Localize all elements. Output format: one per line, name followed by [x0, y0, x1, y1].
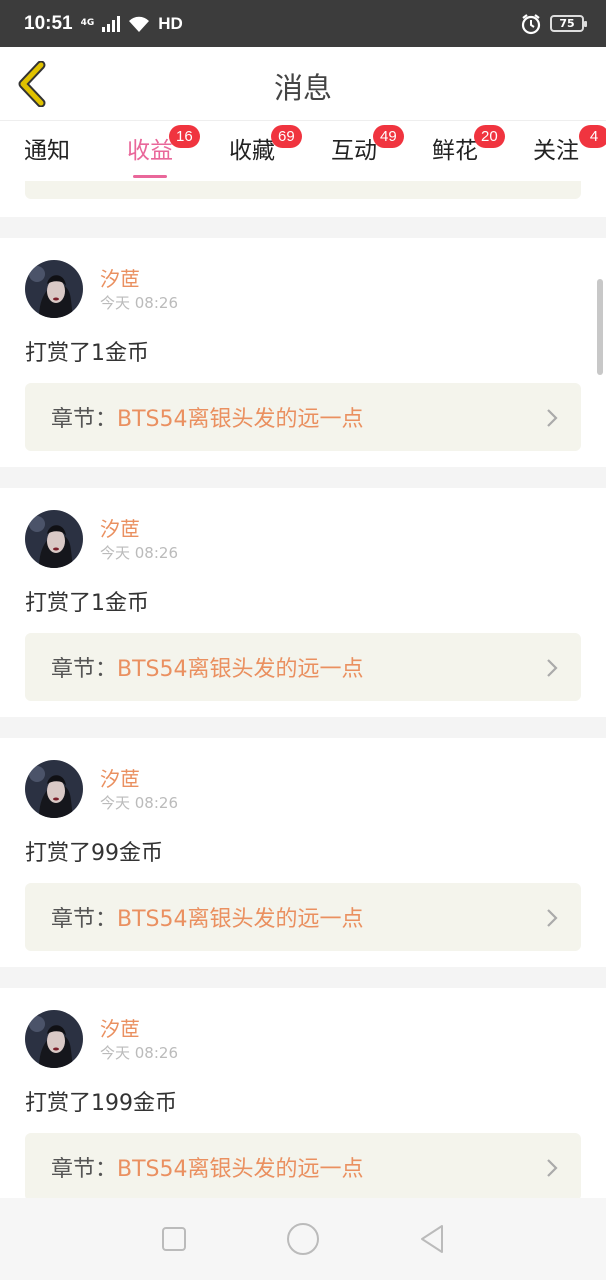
message-list[interactable]: 汐茝 今天 08:26 打赏了1金币 章节： BTS54离银头发的远一点 汐茝 …: [0, 181, 606, 1198]
active-tab-indicator: [133, 175, 167, 178]
list-item: 汐茝 今天 08:26 打赏了1金币 章节： BTS54离银头发的远一点: [0, 488, 606, 717]
status-bar: 10:51 4G HD 75: [0, 0, 606, 47]
message-text: 打赏了1金币: [25, 591, 149, 616]
user-name[interactable]: 汐茝: [100, 763, 140, 792]
chapter-link[interactable]: 章节： BTS54离银头发的远一点: [25, 383, 581, 451]
square-icon: [162, 1227, 187, 1251]
follows-badge: 4: [579, 125, 606, 148]
user-name[interactable]: 汐茝: [100, 513, 140, 542]
recent-apps-button[interactable]: [154, 1219, 194, 1259]
chevron-right-icon: [547, 1159, 558, 1177]
message-text: 打赏了199金币: [25, 1091, 177, 1116]
flowers-badge: 20: [474, 125, 505, 148]
avatar[interactable]: [25, 260, 83, 318]
header: 消息: [0, 47, 606, 121]
tab-notifications[interactable]: 通知: [24, 131, 70, 165]
status-time: 10:51: [24, 12, 73, 34]
list-item: [0, 181, 606, 217]
chevron-right-icon: [547, 409, 558, 427]
chapter-title: BTS54离银头发的远一点: [117, 657, 364, 682]
tab-label: 通知: [24, 138, 70, 164]
avatar[interactable]: [25, 760, 83, 818]
tab-flowers[interactable]: 鲜花 20: [432, 125, 505, 165]
tab-label: 收藏: [229, 138, 275, 164]
tab-label: 收益: [127, 138, 173, 164]
back-nav-button[interactable]: [412, 1219, 452, 1259]
chapter-title: BTS54离银头发的远一点: [117, 407, 364, 432]
tab-earnings[interactable]: 收益 16: [127, 125, 200, 178]
message-time: 今天 08:26: [100, 1044, 178, 1062]
list-item: 汐茝 今天 08:26 打赏了1金币 章节： BTS54离银头发的远一点: [0, 238, 606, 467]
chapter-link[interactable]: [25, 181, 581, 199]
tab-label: 关注: [533, 138, 579, 164]
tab-bar: 通知 收益 16 收藏 69 互动 49 鲜花 20 关注 4: [0, 121, 606, 181]
message-time: 今天 08:26: [100, 294, 178, 312]
chapter-link[interactable]: 章节： BTS54离银头发的远一点: [25, 633, 581, 701]
chapter-prefix: 章节：: [51, 907, 118, 932]
user-name[interactable]: 汐茝: [100, 1013, 140, 1042]
home-button[interactable]: [283, 1219, 323, 1259]
wifi-icon: [129, 16, 150, 32]
scrollbar[interactable]: [597, 279, 603, 375]
list-item: 汐茝 今天 08:26 打赏了199金币 章节： BTS54离银头发的远一点: [0, 988, 606, 1198]
interactions-badge: 49: [373, 125, 404, 148]
signal-icon: [102, 15, 121, 32]
system-nav-bar: [0, 1198, 606, 1280]
message-text: 打赏了1金币: [25, 341, 149, 366]
avatar[interactable]: [25, 510, 83, 568]
tab-label: 互动: [331, 138, 377, 164]
chapter-link[interactable]: 章节： BTS54离银头发的远一点: [25, 1133, 581, 1198]
user-name[interactable]: 汐茝: [100, 263, 140, 292]
hd-indicator: HD: [158, 13, 183, 33]
message-time: 今天 08:26: [100, 794, 178, 812]
favorites-badge: 69: [271, 125, 302, 148]
message-text: 打赏了99金币: [25, 841, 163, 866]
battery-level: 75: [559, 17, 575, 30]
circle-icon: [286, 1223, 319, 1255]
tab-interactions[interactable]: 互动 49: [331, 125, 404, 165]
chapter-title: BTS54离银头发的远一点: [117, 907, 364, 932]
tab-label: 鲜花: [432, 138, 478, 164]
chapter-prefix: 章节：: [51, 657, 118, 682]
alarm-icon: [521, 13, 541, 34]
list-item: 汐茝 今天 08:26 打赏了99金币 章节： BTS54离银头发的远一点: [0, 738, 606, 967]
avatar[interactable]: [25, 1010, 83, 1068]
battery-icon: 75: [550, 15, 587, 32]
chapter-prefix: 章节：: [51, 407, 118, 432]
chevron-right-icon: [547, 909, 558, 927]
chevron-right-icon: [547, 659, 558, 677]
chapter-prefix: 章节：: [51, 1157, 118, 1182]
page-title: 消息: [273, 71, 332, 105]
triangle-back-icon: [420, 1225, 443, 1253]
message-time: 今天 08:26: [100, 544, 178, 562]
tab-follows[interactable]: 关注 4: [533, 125, 606, 165]
network-type: 4G: [80, 18, 95, 28]
chapter-title: BTS54离银头发的远一点: [117, 1157, 364, 1182]
chapter-link[interactable]: 章节： BTS54离银头发的远一点: [25, 883, 581, 951]
earnings-badge: 16: [169, 125, 200, 148]
tab-favorites[interactable]: 收藏 69: [229, 125, 302, 165]
